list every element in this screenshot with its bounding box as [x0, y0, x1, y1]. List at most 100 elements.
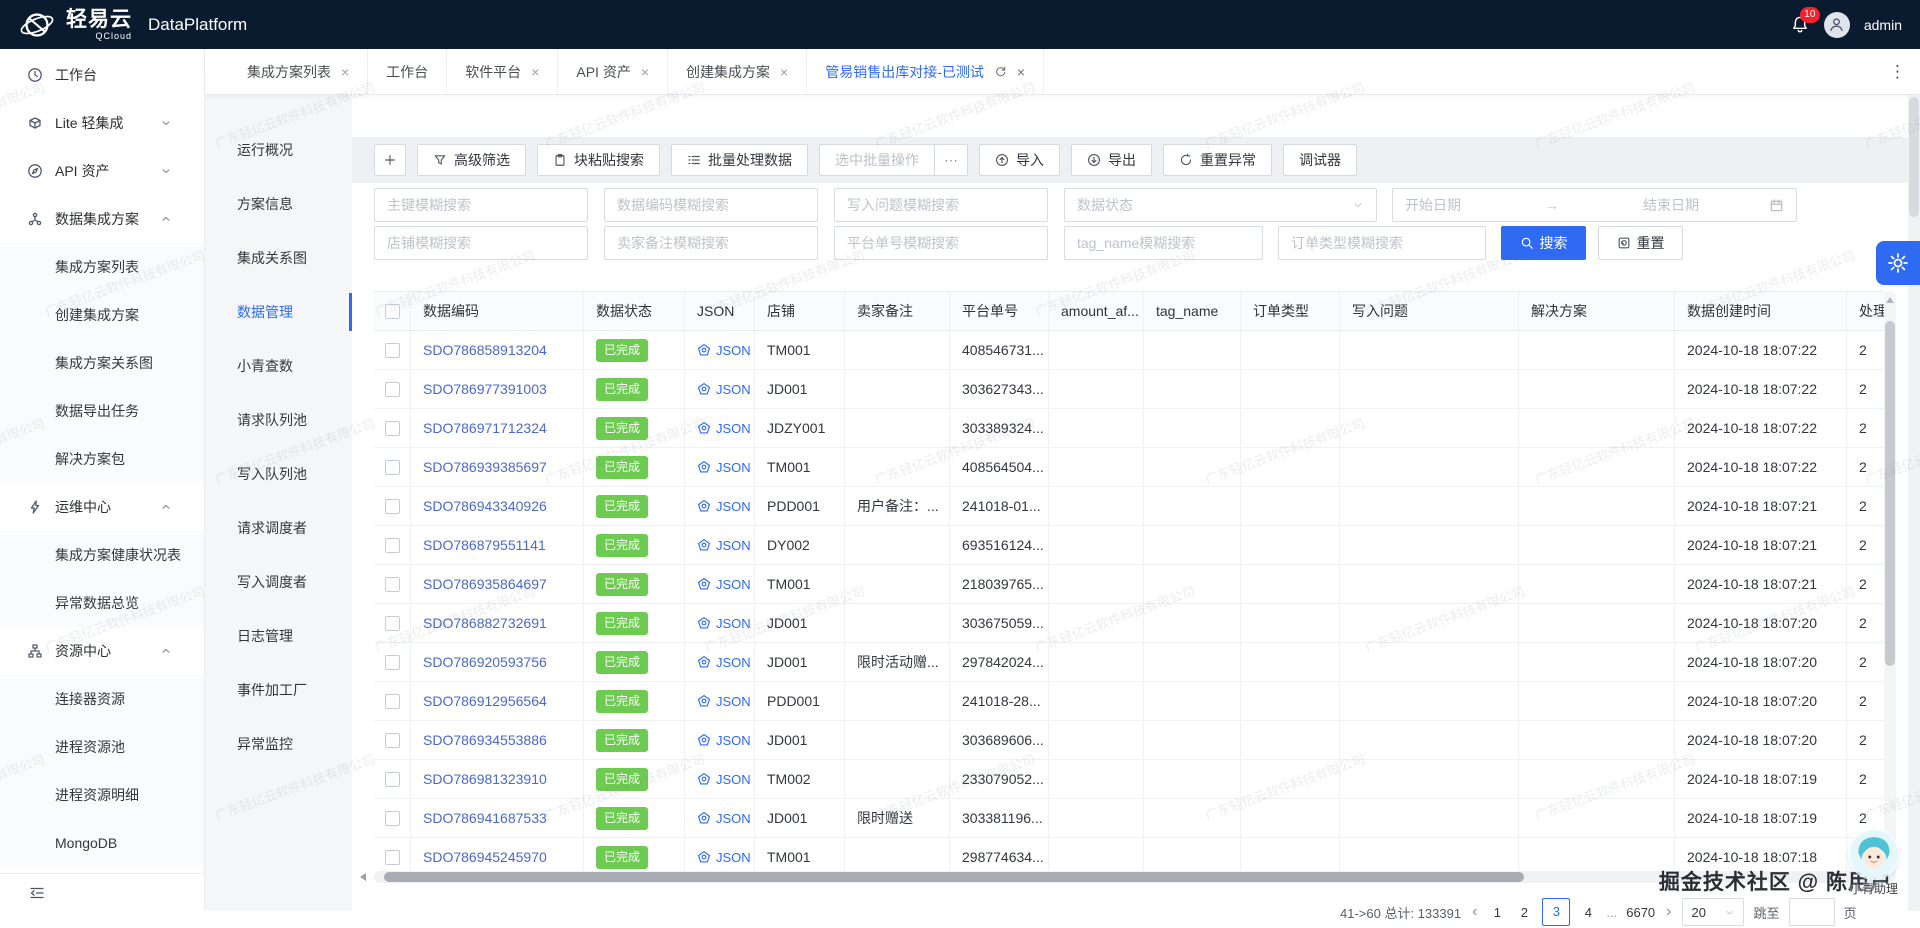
row-checkbox[interactable] — [385, 538, 400, 553]
vertical-scrollbar[interactable] — [1884, 291, 1896, 883]
data-code-link[interactable]: SDO786935864697 — [423, 576, 547, 592]
row-checkbox[interactable] — [385, 382, 400, 397]
tab-more-icon[interactable]: ⋮ — [1889, 62, 1906, 82]
tab-active[interactable]: 管易销售出库对接-已测试× — [807, 49, 1044, 95]
data-code-link[interactable]: SDO786981323910 — [423, 771, 547, 787]
data-code-link[interactable]: SDO786941687533 — [423, 810, 547, 826]
tab-item[interactable]: 创建集成方案× — [668, 49, 807, 95]
json-link[interactable]: JSON — [697, 460, 751, 475]
row-checkbox[interactable] — [385, 460, 400, 475]
submenu-item[interactable]: 数据管理 — [205, 285, 352, 339]
search-button[interactable]: 搜索 — [1501, 226, 1586, 260]
submenu-item[interactable]: 写入调度者 — [205, 555, 352, 609]
data-code-link[interactable]: SDO786882732691 — [423, 615, 547, 631]
sidebar-subitem[interactable]: 集成方案列表 — [0, 243, 204, 291]
sidebar-item[interactable]: Lite 轻集成 — [0, 99, 204, 147]
data-code-link[interactable]: SDO786971712324 — [423, 420, 547, 436]
json-link[interactable]: JSON — [697, 616, 751, 631]
page-number[interactable]: 2 — [1515, 905, 1533, 920]
filter-data-code-input[interactable] — [604, 188, 818, 222]
vertical-scrollbar-thumb[interactable] — [1885, 321, 1895, 666]
json-link[interactable]: JSON — [697, 811, 751, 826]
filter-tag-name-input[interactable] — [1064, 226, 1263, 260]
json-link[interactable]: JSON — [697, 733, 751, 748]
tab-close-icon[interactable]: × — [341, 64, 349, 80]
filter-platform-no-input[interactable] — [834, 226, 1048, 260]
submenu-item[interactable]: 请求调度者 — [205, 501, 352, 555]
next-page-button[interactable]: › — [1664, 903, 1673, 921]
row-checkbox[interactable] — [385, 577, 400, 592]
last-page-number[interactable]: 6670 — [1626, 905, 1655, 920]
data-code-link[interactable]: SDO786943340926 — [423, 498, 547, 514]
filter-shop-input[interactable] — [374, 226, 588, 260]
username[interactable]: admin — [1864, 17, 1902, 33]
horizontal-scrollbar-thumb[interactable] — [384, 872, 1524, 882]
data-code-link[interactable]: SDO786977391003 — [423, 381, 547, 397]
sidebar-item[interactable]: API 资产 — [0, 147, 204, 195]
bulk-action-button[interactable]: 选中批量操作 — [819, 144, 935, 176]
row-checkbox[interactable] — [385, 499, 400, 514]
json-link[interactable]: JSON — [697, 694, 751, 709]
json-link[interactable]: JSON — [697, 382, 751, 397]
sidebar-subitem[interactable]: 进程资源池 — [0, 723, 204, 771]
assistant-avatar[interactable] — [1850, 830, 1898, 878]
sidebar-collapse-button[interactable] — [0, 873, 204, 911]
json-link[interactable]: JSON — [697, 577, 751, 592]
data-code-link[interactable]: SDO786858913204 — [423, 342, 547, 358]
sidebar-subitem[interactable]: MongoDB — [0, 819, 204, 867]
sidebar-subitem[interactable]: 创建集成方案 — [0, 291, 204, 339]
filter-date-range[interactable]: 开始日期 → 结束日期 — [1392, 188, 1797, 222]
jump-page-input[interactable] — [1789, 898, 1835, 926]
filter-primary-key-input[interactable] — [374, 188, 588, 222]
data-code-link[interactable]: SDO786920593756 — [423, 654, 547, 670]
json-link[interactable]: JSON — [697, 538, 751, 553]
sidebar-item[interactable]: 运维中心 — [0, 483, 204, 531]
tab-close-icon[interactable]: × — [641, 64, 649, 80]
page-scrollbar[interactable] — [1908, 95, 1920, 911]
sidebar-subitem[interactable]: 数据导出任务 — [0, 387, 204, 435]
tab-close-icon[interactable]: × — [1017, 64, 1025, 80]
more-actions-button[interactable]: ⋯ — [934, 144, 968, 176]
notification-bell-icon[interactable]: 10 — [1790, 15, 1810, 35]
导入-button[interactable]: 导入 — [979, 144, 1060, 176]
sidebar-subitem[interactable]: 进程资源明细 — [0, 771, 204, 819]
row-checkbox[interactable] — [385, 772, 400, 787]
submenu-item[interactable]: 事件加工厂 — [205, 663, 352, 717]
scroll-left-arrow-icon[interactable] — [360, 873, 366, 881]
row-checkbox[interactable] — [385, 694, 400, 709]
json-link[interactable]: JSON — [697, 499, 751, 514]
tab-close-icon[interactable]: × — [780, 64, 788, 80]
sidebar-subitem[interactable]: 解决方案包 — [0, 435, 204, 483]
submenu-item[interactable]: 小青查数 — [205, 339, 352, 393]
page-number[interactable]: 4 — [1579, 905, 1597, 920]
submenu-item[interactable]: 方案信息 — [205, 177, 352, 231]
json-link[interactable]: JSON — [697, 850, 751, 865]
page-number[interactable]: 1 — [1488, 905, 1506, 920]
row-checkbox[interactable] — [385, 850, 400, 865]
导出-button[interactable]: 导出 — [1071, 144, 1152, 176]
submenu-item[interactable]: 日志管理 — [205, 609, 352, 663]
批量处理数据-button[interactable]: 批量处理数据 — [671, 144, 808, 176]
data-code-link[interactable]: SDO786912956564 — [423, 693, 547, 709]
data-code-link[interactable]: SDO786939385697 — [423, 459, 547, 475]
sidebar-item[interactable]: 工作台 — [0, 51, 204, 99]
data-code-link[interactable]: SDO786945245970 — [423, 849, 547, 865]
row-checkbox[interactable] — [385, 616, 400, 631]
prev-page-button[interactable]: ‹ — [1470, 903, 1479, 921]
page-ellipsis[interactable]: ... — [1606, 905, 1617, 920]
filter-data-status-select[interactable]: 数据状态 — [1064, 188, 1377, 222]
tab-item[interactable]: 软件平台× — [447, 49, 558, 95]
data-code-link[interactable]: SDO786879551141 — [423, 537, 546, 553]
json-link[interactable]: JSON — [697, 655, 751, 670]
plus-button[interactable] — [374, 144, 406, 176]
page-number[interactable]: 3 — [1542, 898, 1570, 926]
json-link[interactable]: JSON — [697, 421, 751, 436]
tab-item[interactable]: 工作台 — [368, 49, 447, 95]
sidebar-subitem[interactable]: 集成方案关系图 — [0, 339, 204, 387]
submenu-item[interactable]: 运行概况 — [205, 123, 352, 177]
user-avatar[interactable] — [1824, 12, 1850, 38]
submenu-item[interactable]: 异常监控 — [205, 717, 352, 771]
json-link[interactable]: JSON — [697, 343, 751, 358]
row-checkbox[interactable] — [385, 733, 400, 748]
scroll-up-arrow-icon[interactable] — [1886, 297, 1894, 303]
